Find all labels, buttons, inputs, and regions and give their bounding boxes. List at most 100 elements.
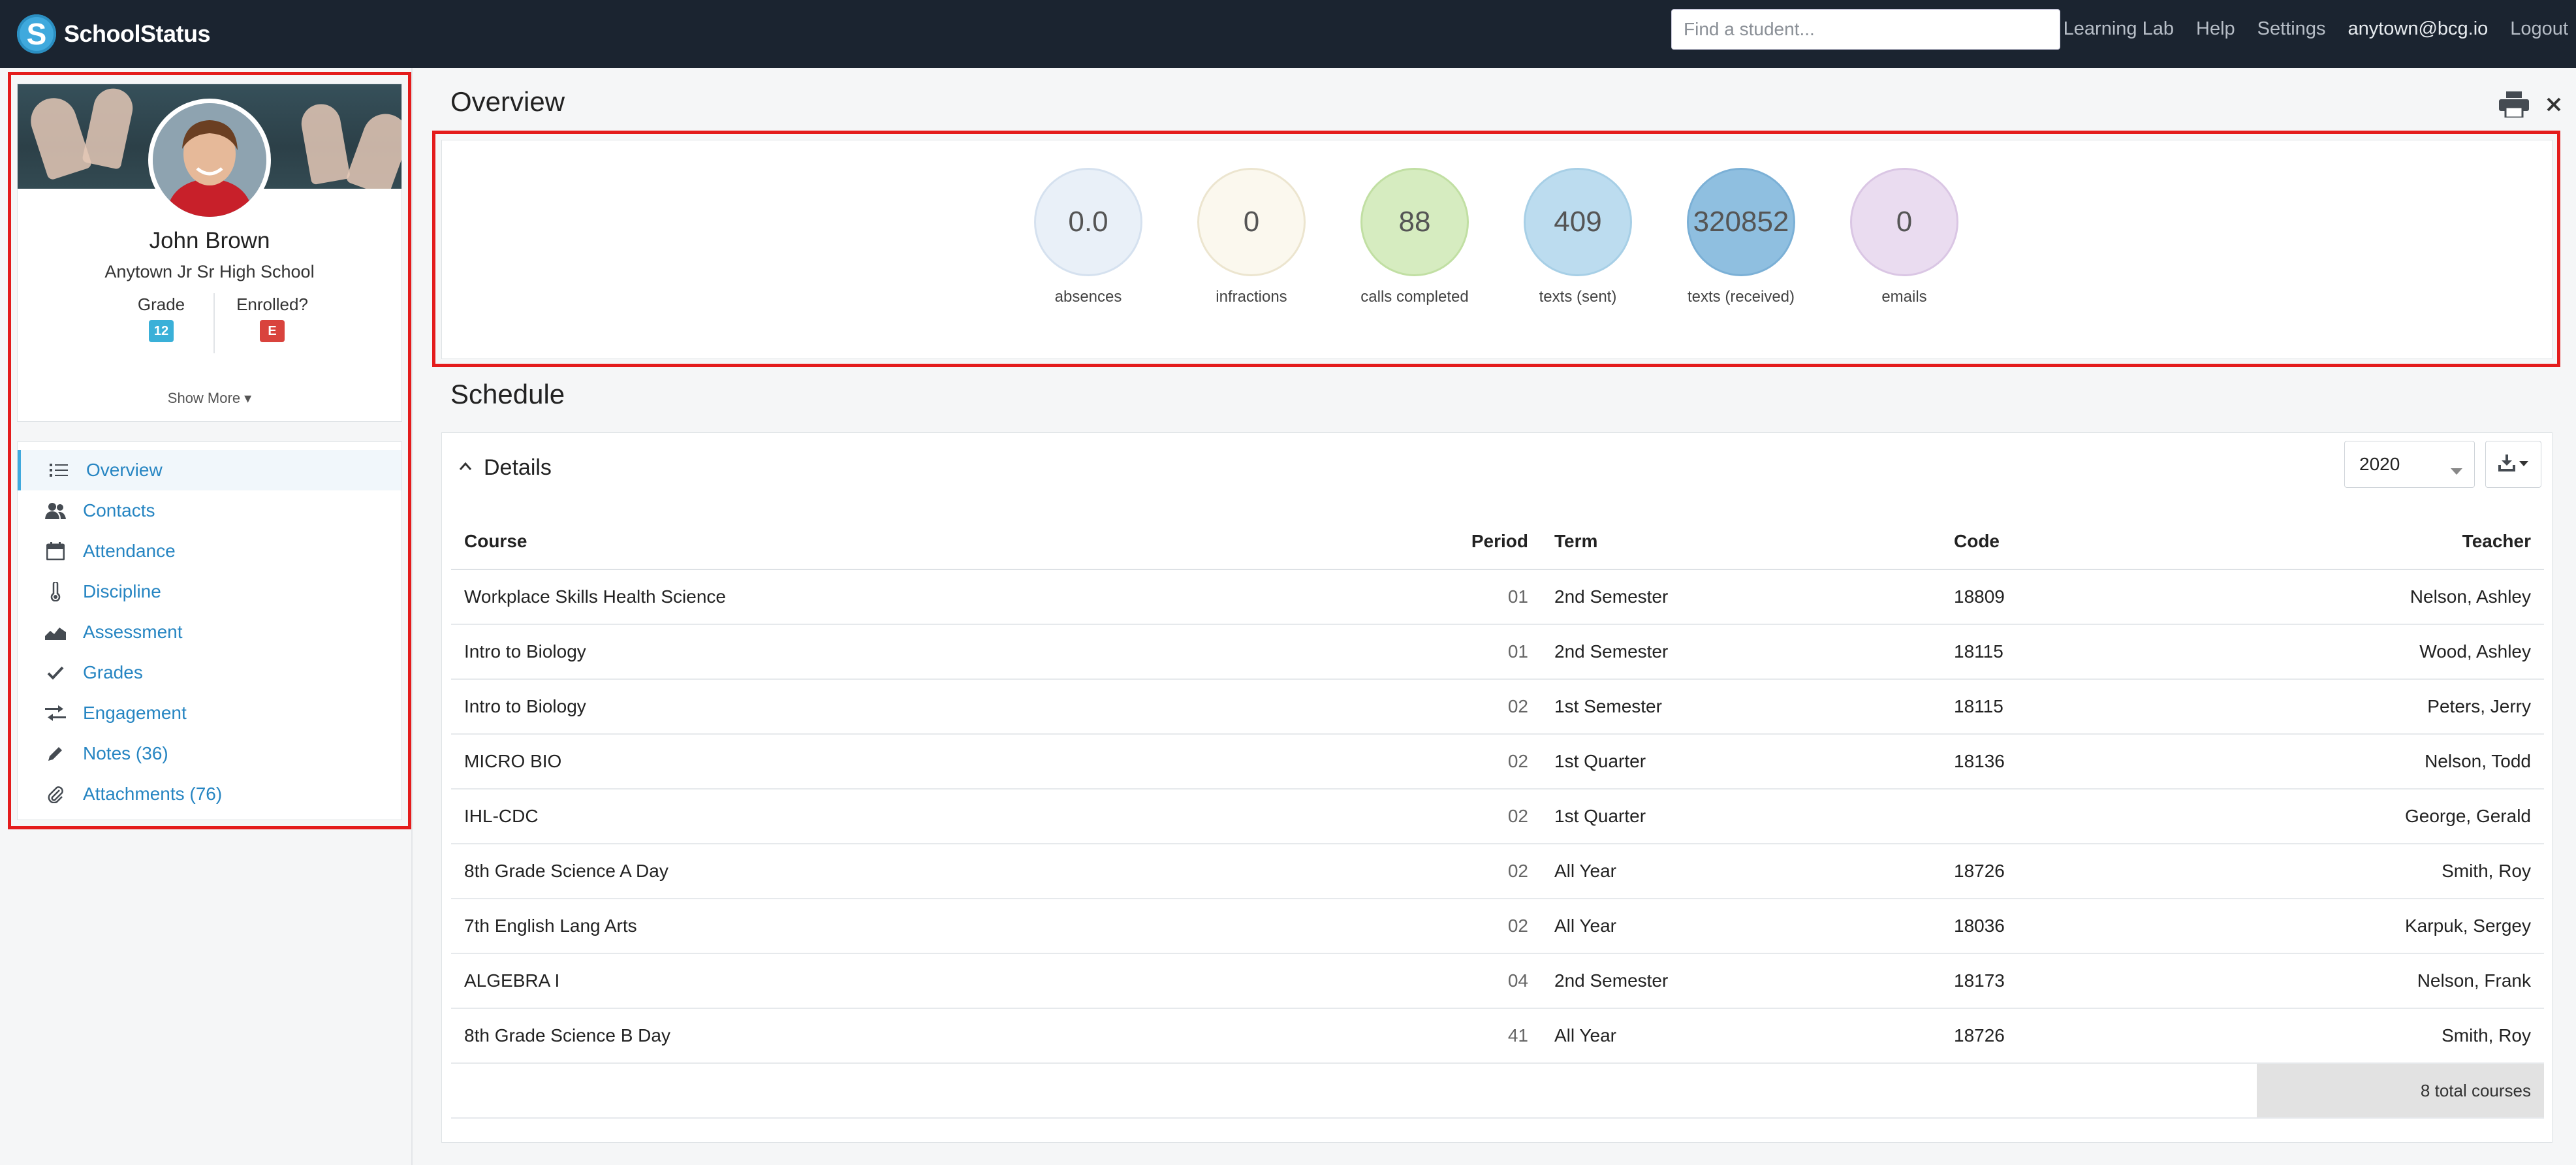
sidebar-item-label: Contacts (83, 500, 155, 520)
student-name: John Brown (149, 228, 270, 253)
column-header-teacher[interactable]: Teacher (2257, 514, 2544, 570)
sidebar-item-attendance[interactable]: Attendance (18, 531, 401, 571)
column-header-course[interactable]: Course (451, 514, 1385, 570)
column-header-code[interactable]: Code (1941, 514, 2257, 570)
sidebar-item-label: Engagement (83, 703, 187, 723)
table-row: ALGEBRA I 04 2nd Semester 18173 Nelson, … (451, 953, 2544, 1009)
table-row: MICRO BIO 02 1st Quarter 18136 Nelson, T… (451, 734, 2544, 790)
term-cell: 1st Quarter (1541, 789, 1941, 844)
exchange-icon (44, 701, 67, 725)
thermometer-icon (44, 580, 67, 603)
sidebar-item-label: Attachments (76) (83, 784, 223, 804)
download-icon (2498, 454, 2515, 475)
grade-label: Grade (137, 295, 185, 314)
code-cell: 18809 (1941, 569, 2257, 625)
brand[interactable]: S SchoolStatus (17, 13, 211, 55)
banner-hand-shape (25, 92, 93, 181)
overview-title: Overview (450, 86, 565, 117)
sidebar-item-label: Overview (86, 460, 163, 480)
column-header-period[interactable]: Period (1385, 514, 1541, 570)
stat-label: absences (1054, 288, 1122, 306)
settings-link[interactable]: Settings (2257, 18, 2326, 40)
teacher-cell: Nelson, Ashley (2257, 569, 2544, 625)
sidebar-item-assessment[interactable]: Assessment (18, 612, 401, 652)
banner-hand-shape (298, 101, 351, 185)
sidebar-item-grades[interactable]: Grades (18, 652, 401, 693)
term-cell: 1st Semester (1541, 679, 1941, 735)
user-account-link[interactable]: anytown@bcg.io (2348, 18, 2488, 40)
print-icon[interactable] (2499, 91, 2529, 121)
year-select[interactable]: 2020 (2344, 441, 2475, 488)
total-courses: 8 total courses (2257, 1063, 2544, 1119)
meta-divider (213, 293, 215, 353)
course-cell: Intro to Biology (451, 679, 1385, 735)
stat-texts-received[interactable]: 320852 texts (received) (1659, 168, 1823, 306)
stat-absences[interactable]: 0.0 absences (1007, 168, 1170, 306)
table-row: Intro to Biology 02 1st Semester 18115 P… (451, 679, 2544, 735)
teacher-cell: Smith, Roy (2257, 1008, 2544, 1064)
table-row: Intro to Biology 01 2nd Semester 18115 W… (451, 624, 2544, 680)
brand-name: SchoolStatus (64, 20, 211, 47)
student-avatar (148, 99, 271, 221)
details-toggle[interactable]: Details (459, 455, 552, 481)
pencil-icon (44, 742, 67, 765)
period-cell: 02 (1385, 679, 1541, 735)
term-cell: 2nd Semester (1541, 569, 1941, 625)
schedule-title: Schedule (450, 379, 565, 409)
student-search-input[interactable] (1671, 9, 2060, 50)
stat-calls-completed[interactable]: 88 calls completed (1333, 168, 1496, 306)
teacher-cell: Nelson, Frank (2257, 953, 2544, 1009)
stat-label: calls completed (1360, 288, 1469, 306)
sidebar-item-contacts[interactable]: Contacts (18, 490, 401, 531)
table-row: 8th Grade Science B Day 41 All Year 1872… (451, 1008, 2544, 1064)
sidebar-item-attachments[interactable]: Attachments (76) (18, 774, 401, 814)
help-link[interactable]: Help (2196, 18, 2235, 40)
grade-block: Grade 12 (122, 295, 200, 342)
logout-link[interactable]: Logout (2510, 18, 2568, 40)
details-title: Details (484, 455, 552, 480)
close-icon[interactable] (2546, 97, 2562, 116)
stat-value: 409 (1554, 206, 1602, 238)
code-cell: 18136 (1941, 734, 2257, 790)
stat-circle: 88 (1360, 168, 1469, 276)
caret-down-icon (2519, 458, 2528, 470)
code-cell: 18036 (1941, 899, 2257, 954)
stat-infractions[interactable]: 0 infractions (1170, 168, 1333, 306)
term-cell: All Year (1541, 844, 1941, 899)
table-row: Workplace Skills Health Science 01 2nd S… (451, 569, 2544, 625)
teacher-cell: Wood, Ashley (2257, 624, 2544, 680)
period-cell: 02 (1385, 844, 1541, 899)
sidebar-item-notes[interactable]: Notes (36) (18, 733, 401, 774)
stat-circle: 409 (1524, 168, 1632, 276)
table-header-row: Course Period Term Code Teacher (451, 514, 2544, 570)
sidebar-item-discipline[interactable]: Discipline (18, 571, 401, 612)
enrolled-badge: E (260, 320, 285, 342)
term-cell: All Year (1541, 1008, 1941, 1064)
sidebar-item-overview[interactable]: Overview (18, 450, 401, 490)
period-cell: 01 (1385, 569, 1541, 625)
student-nav-menu: Overview Contacts Attendance Discipline … (17, 441, 402, 820)
term-cell: 1st Quarter (1541, 734, 1941, 790)
learning-lab-link[interactable]: Learning Lab (2064, 18, 2174, 40)
overview-actions (2499, 91, 2562, 121)
stat-emails[interactable]: 0 emails (1823, 168, 1986, 306)
sidebar-item-engagement[interactable]: Engagement (18, 693, 401, 733)
course-cell: ALGEBRA I (451, 953, 1385, 1009)
code-cell: 18726 (1941, 844, 2257, 899)
column-header-term[interactable]: Term (1541, 514, 1941, 570)
course-cell: MICRO BIO (451, 734, 1385, 790)
code-cell: 18115 (1941, 624, 2257, 680)
student-profile-card: John Brown Anytown Jr Sr High School Gra… (17, 84, 402, 422)
period-cell: 02 (1385, 789, 1541, 844)
export-button[interactable] (2485, 441, 2541, 488)
sidebar-item-label: Grades (83, 662, 143, 682)
sidebar-item-label: Assessment (83, 622, 183, 642)
show-more-toggle[interactable]: Show More ▾ (18, 390, 401, 407)
top-navbar: S SchoolStatus Learning Lab Help Setting… (0, 0, 2576, 68)
stat-texts-sent[interactable]: 409 texts (sent) (1496, 168, 1659, 306)
paperclip-icon (44, 782, 67, 806)
navbar-links: Learning Lab Help Settings anytown@bcg.i… (2041, 18, 2568, 40)
period-cell: 01 (1385, 624, 1541, 680)
table-row: IHL-CDC 02 1st Quarter George, Gerald (451, 789, 2544, 844)
course-cell: IHL-CDC (451, 789, 1385, 844)
